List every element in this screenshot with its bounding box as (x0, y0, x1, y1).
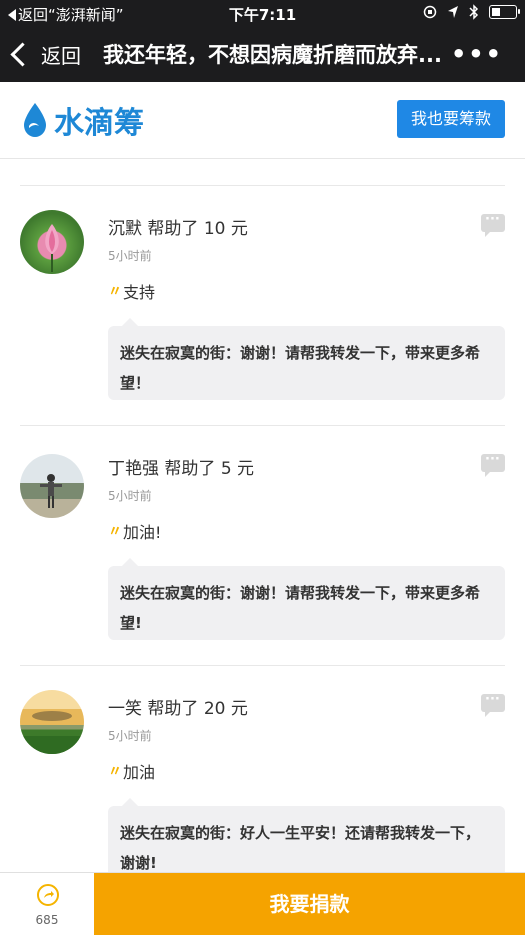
status-bar: 返回“澎湃新闻” 下午7:11 (0, 0, 525, 26)
donation-amount: 10 元 (203, 219, 248, 239)
share-button[interactable]: 685 (0, 873, 94, 935)
chevron-left-icon (10, 41, 35, 67)
comment-icon[interactable] (481, 452, 505, 477)
reply-author: 迷失在寂寞的街： (120, 824, 241, 842)
avatar (20, 690, 84, 754)
divider (20, 185, 505, 186)
quote-icon: 〃 (108, 764, 122, 780)
more-menu-button[interactable]: ••• (451, 40, 503, 68)
donor-message-text: 支持 (123, 283, 156, 302)
share-count: 685 (35, 913, 59, 927)
donor-message: 〃 支持 (108, 279, 155, 303)
logo-text: 水滴筹 (54, 106, 144, 141)
donor-message-text: 加油 (123, 763, 156, 782)
reply-author: 迷失在寂寞的街： (120, 584, 241, 602)
donor-name[interactable]: 沉默 (108, 219, 142, 239)
quote-icon: 〃 (108, 284, 122, 300)
quote-icon: 〃 (108, 524, 122, 540)
page-title: 我还年轻，不想因病魔折磨而放弃... (103, 43, 442, 67)
location-icon (448, 6, 458, 18)
water-drop-icon (22, 102, 48, 138)
divider (20, 665, 505, 666)
comment-icon[interactable] (481, 212, 505, 237)
reply-bubble: 迷失在寂寞的街：谢谢！请帮我转发一下，带来更多希望！ (108, 318, 505, 400)
bottom-action-bar: 685 我要捐款 (0, 872, 525, 935)
donation-action: 帮助了 (147, 699, 199, 719)
donor-message: 〃 加油 (108, 759, 155, 783)
donor-message: 〃 加油! (108, 519, 161, 543)
share-icon (37, 884, 59, 906)
reply-bubble: 迷失在寂寞的街：好人一生平安！还请帮我转发一下，谢谢! (108, 798, 505, 880)
donation-action: 帮助了 (164, 459, 216, 479)
donation-amount: 20 元 (203, 699, 248, 719)
donation-summary: 丁艳强 帮助了 5 元 (108, 454, 254, 479)
donor-name[interactable]: 丁艳强 (108, 459, 159, 479)
orientation-lock-icon (423, 5, 437, 19)
donation-amount: 5 元 (220, 459, 255, 479)
donate-button[interactable]: 我要捐款 (94, 873, 525, 935)
brand-header: 水滴筹 我也要筹款 (0, 82, 525, 159)
reply-bubble: 迷失在寂寞的街：谢谢！请帮我转发一下，带来更多希望! (108, 558, 505, 640)
avatar (20, 454, 84, 518)
donor-name[interactable]: 一笑 (108, 699, 142, 719)
back-button[interactable]: 返回 (10, 40, 81, 69)
donation-time: 5小时前 (108, 729, 152, 743)
donation-summary: 沉默 帮助了 10 元 (108, 214, 248, 239)
donation-action: 帮助了 (147, 219, 199, 239)
donation-summary: 一笑 帮助了 20 元 (108, 694, 248, 719)
avatar (20, 210, 84, 274)
donation-time: 5小时前 (108, 249, 152, 263)
start-fundraiser-button[interactable]: 我也要筹款 (396, 100, 505, 138)
comment-icon[interactable] (481, 692, 505, 717)
divider (20, 425, 505, 426)
nav-bar: 返回 我还年轻，不想因病魔折磨而放弃... ••• (0, 26, 525, 82)
bluetooth-icon (469, 4, 479, 20)
battery-icon (489, 5, 520, 19)
reply-author: 迷失在寂寞的街： (120, 344, 241, 362)
logo[interactable]: 水滴筹 (22, 98, 144, 142)
back-label: 返回 (41, 43, 81, 68)
donor-message-text: 加油! (123, 523, 162, 542)
donation-time: 5小时前 (108, 489, 152, 503)
